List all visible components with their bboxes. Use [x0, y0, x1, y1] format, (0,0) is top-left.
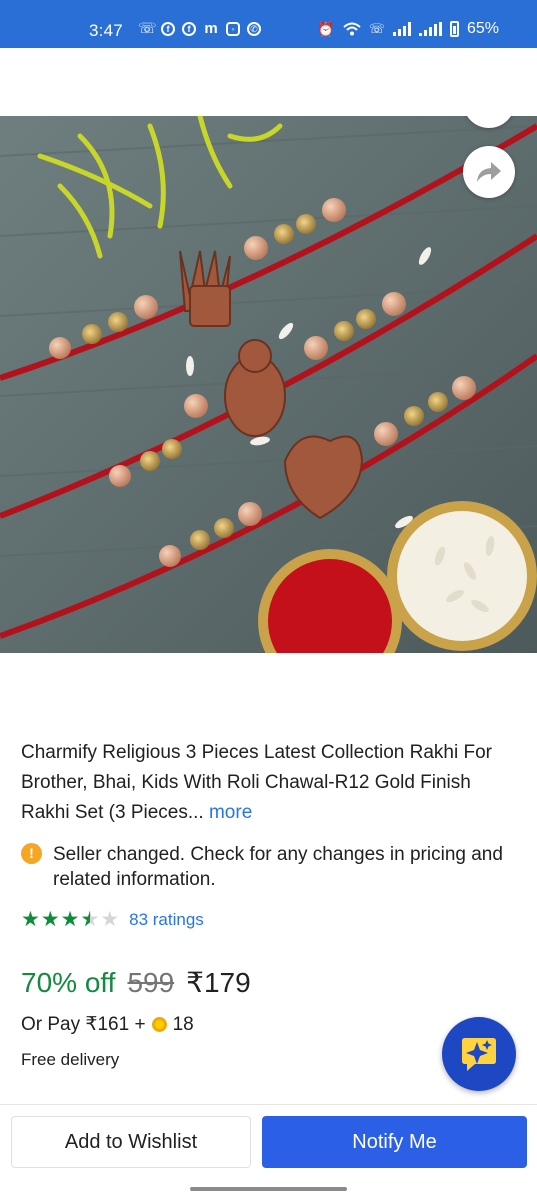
facebook-icon: f: [182, 22, 196, 36]
info-icon: !: [21, 843, 42, 864]
supercoin-icon: [151, 1017, 167, 1032]
vowifi-icon: ☏: [368, 21, 385, 36]
or-pay-text: Or Pay ₹161 +: [21, 1014, 146, 1035]
half-star-icon: ★: [80, 909, 99, 930]
wifi-icon: [343, 22, 361, 36]
seller-changed-notice: ! Seller changed. Check for any changes …: [21, 842, 521, 892]
more-link[interactable]: more: [209, 802, 252, 823]
m-app-icon: m: [204, 20, 218, 37]
add-to-wishlist-button[interactable]: Add to Wishlist: [11, 1116, 251, 1168]
ai-assistant-button[interactable]: [442, 1017, 516, 1091]
alarm-icon: ⏰: [317, 20, 335, 37]
star-icon: ★: [60, 908, 80, 931]
battery-icon: [449, 21, 459, 37]
star-icon: ★: [21, 908, 40, 931]
supercoin-offer: Or Pay ₹161 + 18: [21, 1013, 194, 1036]
battery-percent: 65%: [466, 20, 499, 37]
status-time: 3:47: [89, 21, 123, 40]
product-title: Charmify Religious 3 Pieces Latest Colle…: [21, 738, 521, 828]
final-price: ₹179: [186, 967, 251, 998]
sparkle-chat-icon: [462, 1038, 496, 1071]
instagram-icon: ◦: [226, 22, 240, 36]
discount-percent: 70% off: [21, 967, 116, 998]
star-rating: ★ ★ ★ ★ ★: [21, 909, 119, 930]
delivery-info: Free delivery: [21, 1050, 120, 1069]
empty-star-icon: ★: [100, 908, 120, 931]
share-button[interactable]: [463, 146, 515, 198]
call-icon: ☏: [138, 20, 157, 37]
bottom-action-bar: Add to Wishlist Notify Me: [0, 1104, 537, 1184]
share-icon: [477, 162, 501, 182]
whatsapp-icon: ✆: [247, 22, 261, 36]
product-image[interactable]: [0, 116, 537, 653]
notice-text: Seller changed. Check for any changes in…: [53, 844, 503, 890]
system-icons: ⏰ ☏ 65%: [317, 20, 499, 38]
product-title-text: Charmify Religious 3 Pieces Latest Colle…: [21, 742, 492, 823]
product-photo: [0, 116, 537, 653]
price-row: 70% off 599 ₹179: [21, 966, 251, 999]
rating-row[interactable]: ★ ★ ★ ★ ★ 83 ratings: [21, 909, 204, 930]
star-icon: ★: [40, 908, 60, 931]
facebook-icon: f: [161, 22, 175, 36]
signal-icon: [392, 22, 411, 36]
ratings-link[interactable]: 83 ratings: [129, 910, 204, 930]
product-page: 3:47 ☏ f f m ◦ ✆ ⏰ ☏ 65% Charmify Religi…: [0, 0, 537, 1200]
notification-icons: ☏ f f m ◦ ✆: [138, 20, 261, 37]
signal-icon: [418, 22, 442, 36]
notify-me-button[interactable]: Notify Me: [262, 1116, 527, 1168]
original-price: 599: [127, 967, 175, 998]
gesture-nav-handle[interactable]: [190, 1187, 347, 1191]
status-bar: 3:47 ☏ f f m ◦ ✆ ⏰ ☏ 65%: [0, 0, 537, 48]
coin-count: 18: [172, 1013, 194, 1035]
